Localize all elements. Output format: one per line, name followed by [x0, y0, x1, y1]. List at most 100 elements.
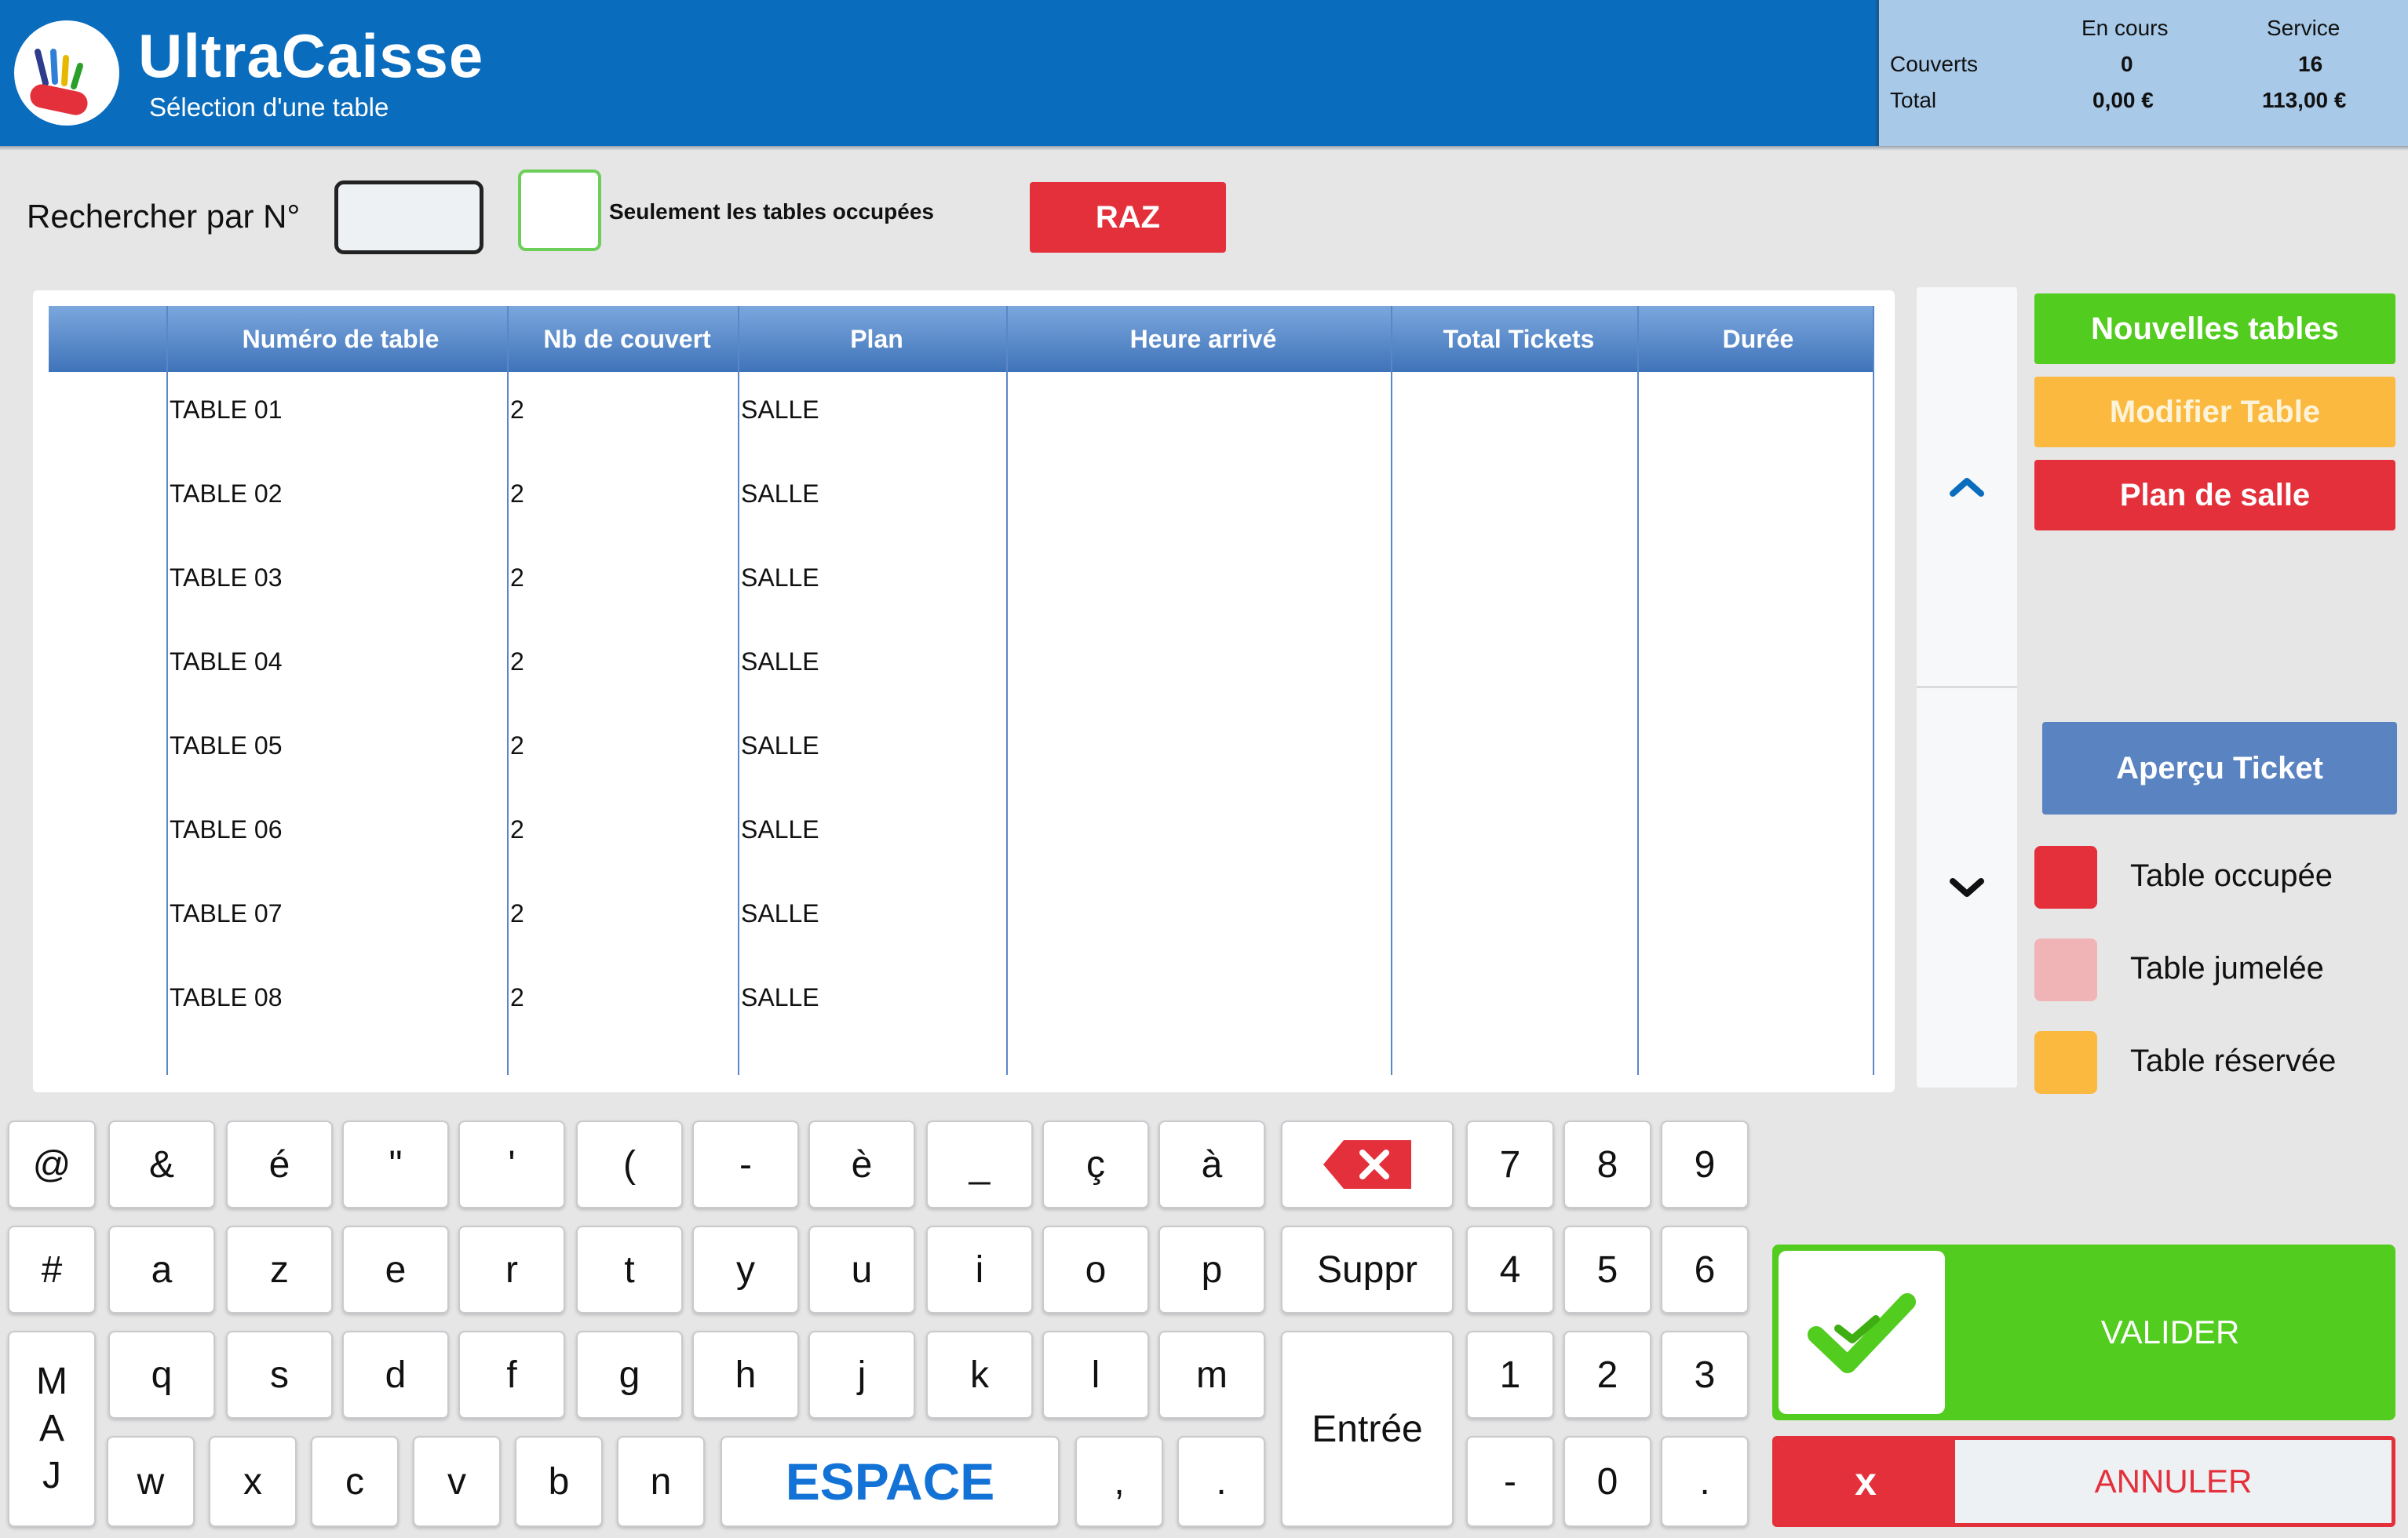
key-at[interactable]: @ [8, 1121, 96, 1208]
key-w[interactable]: w [107, 1436, 195, 1527]
key-i[interactable]: i [926, 1226, 1033, 1314]
key-double-quote[interactable]: " [342, 1121, 449, 1208]
floor-plan-button[interactable]: Plan de salle [2034, 460, 2395, 530]
column-header-total[interactable]: Total Tickets [1396, 306, 1642, 372]
row-couverts: 2 [510, 395, 524, 424]
stats-total-en-cours: 0,00 € [2092, 88, 2154, 112]
numpad-minus[interactable]: - [1466, 1436, 1554, 1527]
app-title: UltraCaisse [138, 21, 484, 90]
only-occupied-checkbox[interactable] [518, 169, 601, 251]
column-header-duree[interactable]: Durée [1642, 306, 1874, 372]
chevron-up-icon [1950, 478, 1984, 497]
numpad-7[interactable]: 7 [1466, 1121, 1554, 1208]
table-row[interactable]: TABLE 08 2 SALLE [33, 961, 1895, 1045]
key-paren-open[interactable]: ( [576, 1121, 683, 1208]
numpad-3[interactable]: 3 [1661, 1331, 1749, 1419]
key-hash[interactable]: # [8, 1226, 96, 1314]
key-h[interactable]: h [692, 1331, 799, 1419]
row-couverts: 2 [510, 899, 524, 928]
tables-list: Numéro de table Nb de couvert Plan Heure… [33, 290, 1895, 1092]
row-table-number: TABLE 07 [170, 899, 283, 928]
stats-couverts-service: 16 [2298, 52, 2323, 76]
key-m[interactable]: m [1158, 1331, 1265, 1419]
key-underscore[interactable]: _ [926, 1121, 1033, 1208]
raz-button[interactable]: RAZ [1030, 182, 1226, 253]
legend-reserved-swatch [2034, 1031, 2097, 1094]
numpad-period[interactable]: . [1661, 1436, 1749, 1527]
key-j[interactable]: j [808, 1331, 915, 1419]
key-y[interactable]: y [692, 1226, 799, 1314]
table-row[interactable]: TABLE 06 2 SALLE [33, 793, 1895, 877]
numpad-6[interactable]: 6 [1661, 1226, 1749, 1314]
table-row[interactable]: TABLE 01 2 SALLE [33, 374, 1895, 457]
key-f[interactable]: f [458, 1331, 565, 1419]
cancel-button[interactable]: x ANNULER [1772, 1436, 2395, 1527]
key-ampersand[interactable]: & [108, 1121, 215, 1208]
key-q[interactable]: q [108, 1331, 215, 1419]
table-row[interactable]: TABLE 02 2 SALLE [33, 457, 1895, 541]
numpad-1[interactable]: 1 [1466, 1331, 1554, 1419]
stats-total-service: 113,00 € [2262, 88, 2347, 112]
row-plan: SALLE [741, 899, 819, 928]
row-couverts: 2 [510, 815, 524, 844]
key-a-grave[interactable]: à [1158, 1121, 1265, 1208]
key-k[interactable]: k [926, 1331, 1033, 1419]
row-couverts: 2 [510, 731, 524, 760]
key-a[interactable]: a [108, 1226, 215, 1314]
key-apostrophe[interactable]: ' [458, 1121, 565, 1208]
scroll-down-button[interactable] [1917, 689, 2017, 1088]
key-p[interactable]: p [1158, 1226, 1265, 1314]
backspace-key[interactable] [1281, 1121, 1454, 1208]
key-comma[interactable]: , [1075, 1436, 1163, 1527]
key-b[interactable]: b [515, 1436, 603, 1527]
numpad-2[interactable]: 2 [1563, 1331, 1651, 1419]
numpad-4[interactable]: 4 [1466, 1226, 1554, 1314]
stats-couverts-en-cours: 0 [2121, 52, 2133, 76]
key-e-acute[interactable]: é [226, 1121, 333, 1208]
key-c[interactable]: c [311, 1436, 399, 1527]
key-c-cedilla[interactable]: ç [1042, 1121, 1149, 1208]
table-row[interactable]: TABLE 03 2 SALLE [33, 541, 1895, 625]
key-o[interactable]: o [1042, 1226, 1149, 1314]
space-key[interactable]: ESPACE [721, 1436, 1060, 1527]
key-g[interactable]: g [576, 1331, 683, 1419]
numpad-9[interactable]: 9 [1661, 1121, 1749, 1208]
column-header-plan[interactable]: Plan [742, 306, 1011, 372]
key-n[interactable]: n [617, 1436, 705, 1527]
stats-total-label: Total [1890, 88, 1937, 112]
suppr-key[interactable]: Suppr [1281, 1226, 1454, 1314]
key-period[interactable]: . [1177, 1436, 1265, 1527]
key-e[interactable]: e [342, 1226, 449, 1314]
legend-joined-swatch [2034, 938, 2097, 1001]
column-header-heure[interactable]: Heure arrivé [1011, 306, 1396, 372]
key-e-grave[interactable]: è [808, 1121, 915, 1208]
key-hyphen[interactable]: - [692, 1121, 799, 1208]
key-v[interactable]: v [413, 1436, 501, 1527]
enter-key[interactable]: Entrée [1281, 1331, 1454, 1527]
key-z[interactable]: z [226, 1226, 333, 1314]
modify-table-button[interactable]: Modifier Table [2034, 377, 2395, 447]
key-l[interactable]: l [1042, 1331, 1149, 1419]
service-stats-panel: En cours Service Couverts 0 16 Total 0,0… [1876, 0, 2408, 146]
row-plan: SALLE [741, 983, 819, 1011]
numpad-0[interactable]: 0 [1563, 1436, 1651, 1527]
key-x[interactable]: x [209, 1436, 297, 1527]
search-number-input[interactable] [334, 180, 483, 254]
key-d[interactable]: d [342, 1331, 449, 1419]
numpad-5[interactable]: 5 [1563, 1226, 1651, 1314]
new-tables-button[interactable]: Nouvelles tables [2034, 293, 2395, 364]
key-s[interactable]: s [226, 1331, 333, 1419]
key-r[interactable]: r [458, 1226, 565, 1314]
column-header-numero[interactable]: Numéro de table [170, 306, 512, 372]
validate-button[interactable]: VALIDER [1772, 1245, 2395, 1420]
ticket-preview-button[interactable]: Aperçu Ticket [2042, 722, 2397, 815]
scroll-up-button[interactable] [1917, 287, 2017, 686]
table-row[interactable]: TABLE 05 2 SALLE [33, 709, 1895, 793]
key-t[interactable]: t [576, 1226, 683, 1314]
table-row[interactable]: TABLE 07 2 SALLE [33, 877, 1895, 961]
column-header-couverts[interactable]: Nb de couvert [512, 306, 742, 372]
numpad-8[interactable]: 8 [1563, 1121, 1651, 1208]
maj-key[interactable]: M A J [8, 1331, 96, 1527]
key-u[interactable]: u [808, 1226, 915, 1314]
table-row[interactable]: TABLE 04 2 SALLE [33, 625, 1895, 709]
